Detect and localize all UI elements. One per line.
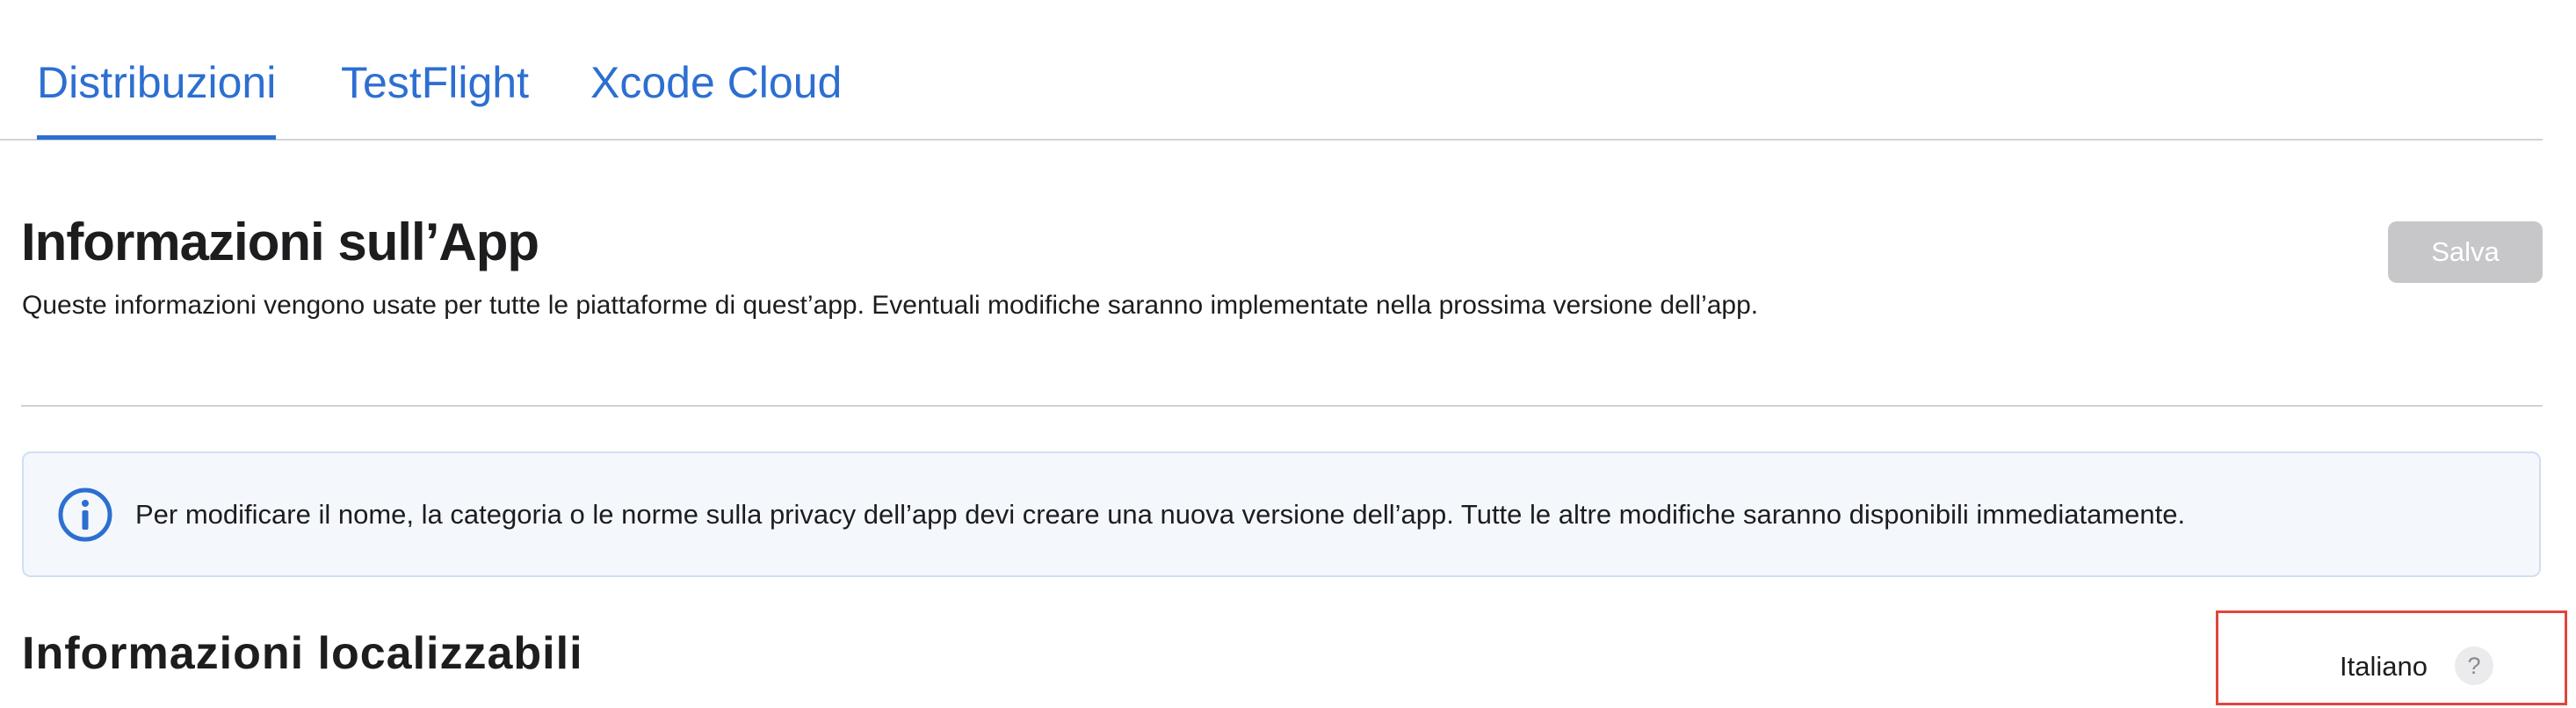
save-button[interactable]: Salva xyxy=(2388,221,2543,283)
header-divider xyxy=(21,405,2543,407)
info-banner: Per modificare il nome, la categoria o l… xyxy=(22,452,2541,577)
app-info-page: Distribuzioni TestFlight Xcode Cloud Inf… xyxy=(0,0,2576,708)
tab-testflight[interactable]: TestFlight xyxy=(341,54,529,111)
section-title: Informazioni localizzabili xyxy=(22,628,583,679)
page-subtitle: Queste informazioni vengono usate per tu… xyxy=(22,291,1759,320)
page-title: Informazioni sull’App xyxy=(21,213,539,271)
info-icon xyxy=(58,488,112,542)
tab-xcode-cloud[interactable]: Xcode Cloud xyxy=(590,54,842,111)
tab-bar: Distribuzioni TestFlight Xcode Cloud xyxy=(0,0,2543,141)
language-selector[interactable]: Italiano ? xyxy=(2216,610,2567,705)
language-label[interactable]: Italiano xyxy=(2340,649,2428,684)
tab-distribuzioni[interactable]: Distribuzioni xyxy=(37,54,277,140)
info-banner-text: Per modificare il nome, la categoria o l… xyxy=(135,499,2186,530)
help-icon[interactable]: ? xyxy=(2455,647,2493,685)
